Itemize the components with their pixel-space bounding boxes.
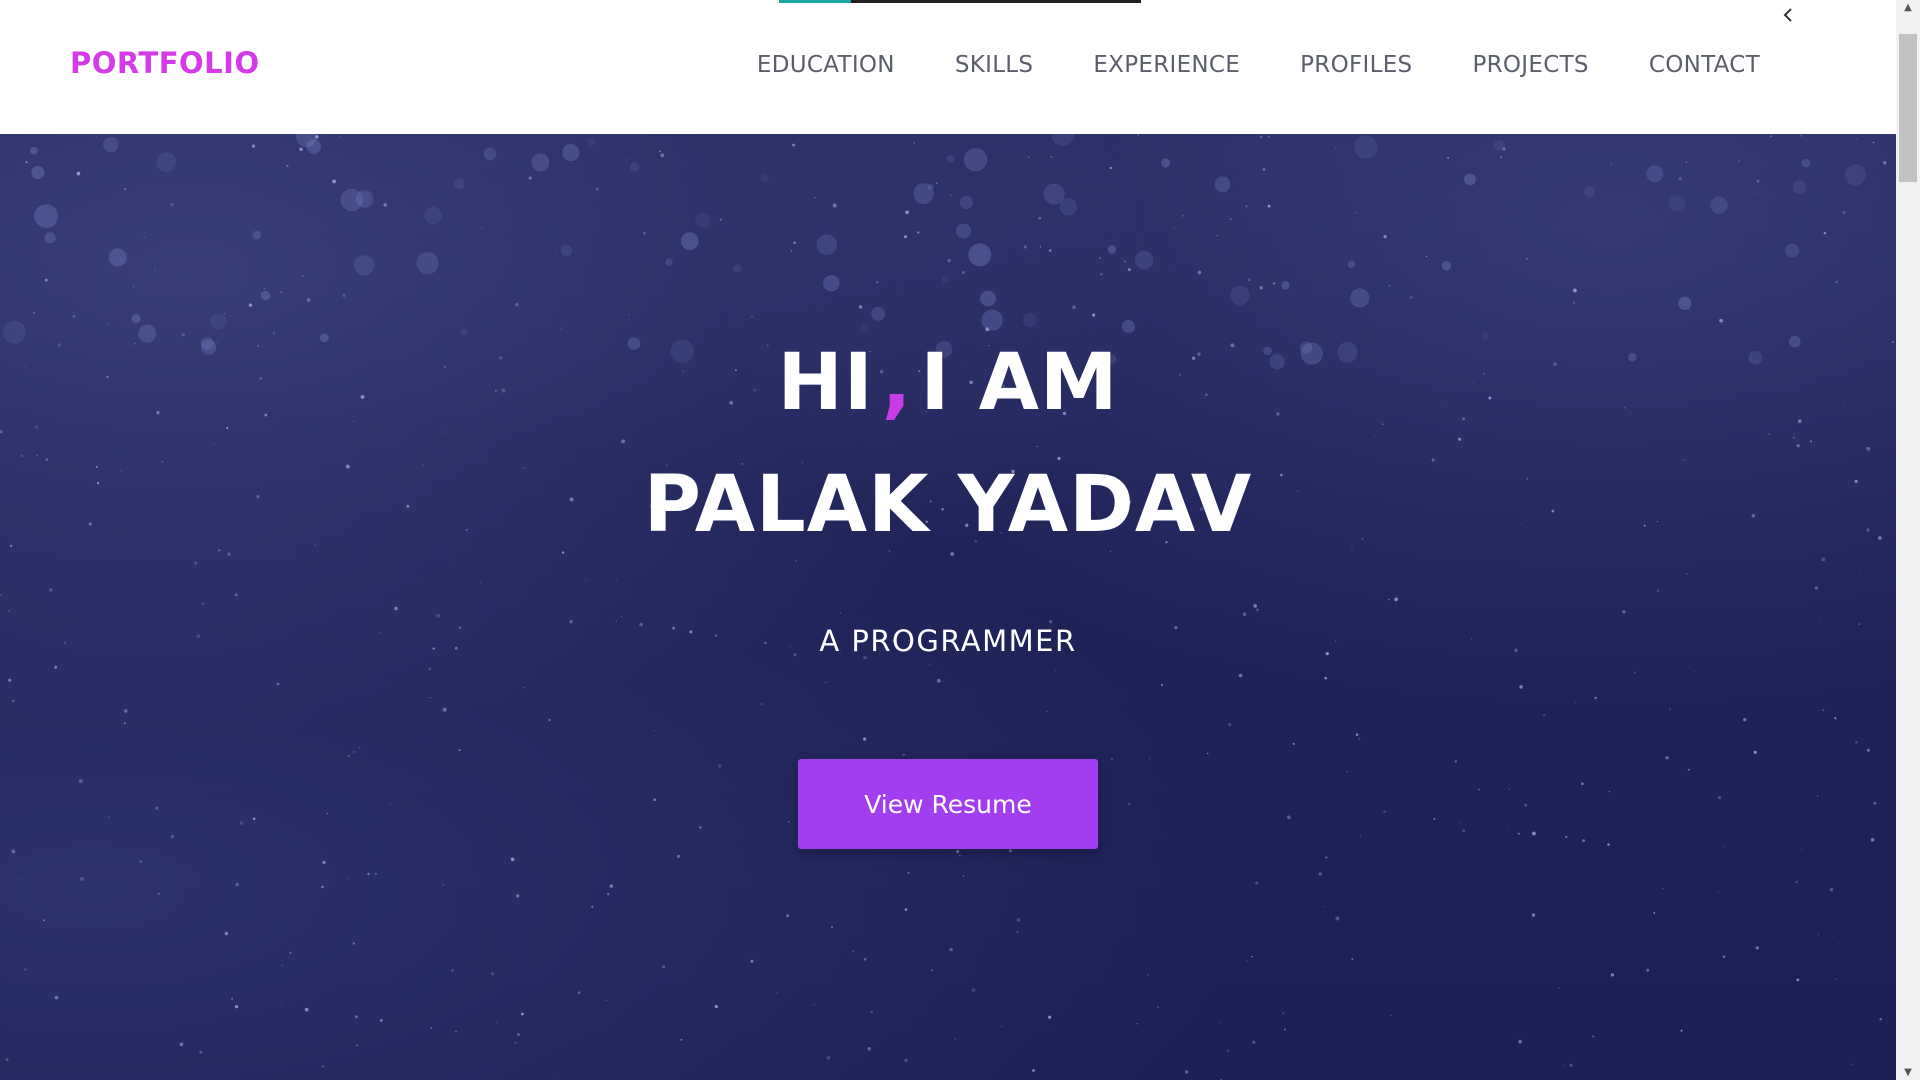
starfield-background — [0, 134, 1894, 1080]
loading-indicator-progress — [779, 0, 851, 3]
nav-link-profiles[interactable]: PROFILES — [1300, 52, 1412, 78]
nav-links: EDUCATION SKILLS EXPERIENCE PROFILES PRO… — [757, 52, 1760, 78]
nav-link-contact[interactable]: CONTACT — [1649, 52, 1760, 78]
brand-logo[interactable]: PORTFOLIO — [70, 46, 260, 80]
hero-name: PALAK YADAV — [643, 460, 1253, 550]
loading-indicator — [779, 0, 1141, 3]
chevron-left-icon[interactable] — [1782, 4, 1794, 29]
top-navbar: PORTFOLIO EDUCATION SKILLS EXPERIENCE PR… — [0, 0, 1896, 134]
page-scrollbar[interactable]: ▲ ▼ — [1896, 0, 1920, 1080]
nav-link-education[interactable]: EDUCATION — [757, 52, 895, 78]
greeting-hi: HI — [777, 338, 874, 428]
nav-link-projects[interactable]: PROJECTS — [1472, 52, 1588, 78]
scroll-down-arrow-icon[interactable]: ▼ — [1896, 1067, 1920, 1078]
greeting-i-am: I AM — [920, 338, 1119, 428]
scroll-up-arrow-icon[interactable]: ▲ — [1896, 2, 1920, 13]
nav-link-skills[interactable]: SKILLS — [955, 52, 1034, 78]
greeting-comma: , — [881, 338, 913, 428]
page: PORTFOLIO EDUCATION SKILLS EXPERIENCE PR… — [0, 0, 1920, 1080]
view-resume-button[interactable]: View Resume — [798, 759, 1098, 849]
hero-section: HI, I AM PALAK YADAV A PROGRAMMER View Re… — [0, 134, 1896, 1080]
hero-greeting: HI, I AM — [0, 338, 1896, 428]
scrollbar-thumb[interactable] — [1899, 34, 1917, 182]
nav-link-experience[interactable]: EXPERIENCE — [1093, 52, 1240, 78]
hero-role: A PROGRAMMER — [819, 624, 1077, 658]
